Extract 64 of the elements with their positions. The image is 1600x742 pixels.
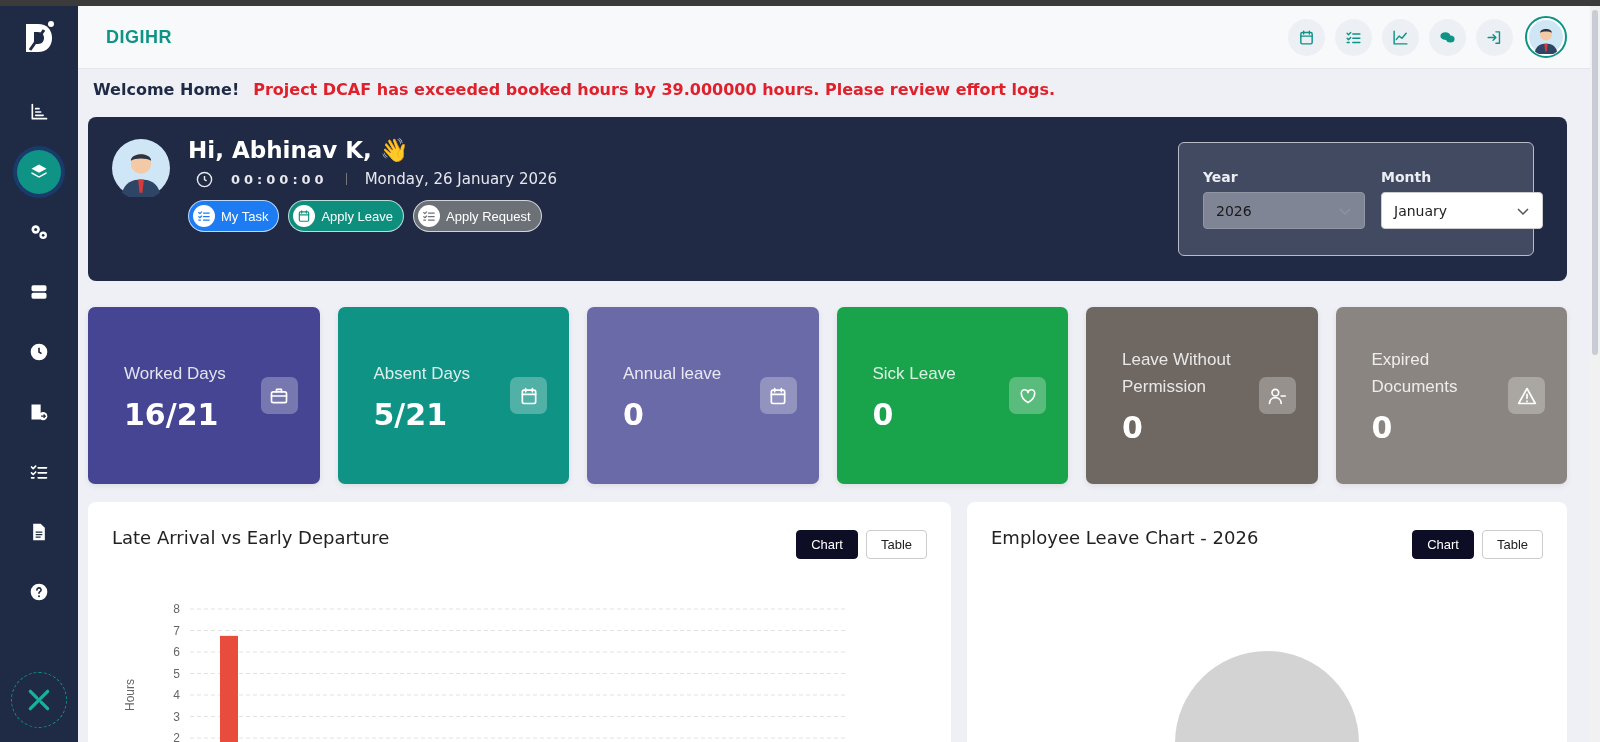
header-action-button[interactable] bbox=[1382, 18, 1419, 56]
clock-icon bbox=[29, 342, 49, 362]
stat-value: 0 bbox=[1371, 410, 1394, 445]
stat-label: Annual leave bbox=[623, 362, 723, 385]
work-timer: 00:00:00 bbox=[231, 171, 328, 187]
stat-value: 5/21 bbox=[373, 396, 449, 432]
axis-title: Hours bbox=[123, 679, 137, 711]
calendar-icon bbox=[768, 385, 788, 406]
header-action-button[interactable] bbox=[1429, 18, 1466, 56]
axis-tick-label: 2 bbox=[173, 731, 180, 742]
stat-label: Absent Days bbox=[373, 362, 471, 385]
brand-name[interactable]: DIGIHR bbox=[106, 26, 172, 48]
view-toggle[interactable]: Table bbox=[1481, 530, 1543, 559]
bar-chart-icon bbox=[29, 102, 49, 122]
axis-tick-label: 4 bbox=[173, 688, 180, 702]
header-action-button[interactable] bbox=[1335, 18, 1372, 56]
line-chart-icon bbox=[1392, 28, 1409, 46]
filter-label: Year bbox=[1203, 169, 1239, 185]
filter-label: Month bbox=[1381, 169, 1433, 185]
header-action-button[interactable] bbox=[1476, 18, 1513, 56]
axis-tick-label: 7 bbox=[173, 623, 180, 638]
current-date: Monday, 26 January 2026 bbox=[364, 170, 558, 188]
action-button[interactable]: My Task bbox=[188, 200, 280, 232]
server-icon bbox=[29, 282, 49, 302]
greeting-text: Hi, Abhinav K, 👋 bbox=[188, 137, 410, 164]
header-action-button[interactable] bbox=[1288, 18, 1325, 56]
checklist-icon bbox=[29, 462, 49, 482]
stat-label: Worked Days bbox=[124, 362, 227, 385]
welcome-text: Welcome Home! bbox=[93, 79, 240, 99]
stat-value: 0 bbox=[872, 396, 895, 432]
warning-icon bbox=[1516, 385, 1537, 406]
profile-avatar[interactable] bbox=[1525, 16, 1567, 58]
calendar-icon bbox=[1298, 28, 1315, 46]
axis-tick-label: 5 bbox=[173, 666, 180, 681]
stat-value: 0 bbox=[623, 396, 645, 432]
axis-tick-label: 8 bbox=[173, 602, 180, 616]
action-button[interactable]: Apply Leave bbox=[288, 200, 404, 232]
building-icon bbox=[29, 402, 49, 422]
panel-title: Employee Leave Chart - 2026 bbox=[991, 527, 1259, 548]
action-button[interactable]: Apply Request bbox=[413, 200, 542, 232]
stat-label: Expired Documents bbox=[1371, 349, 1459, 398]
axis-tick-label: 6 bbox=[173, 645, 180, 659]
checklist-icon bbox=[197, 209, 211, 223]
avatar-icon bbox=[112, 139, 170, 197]
stat-value: 0 bbox=[1122, 410, 1144, 445]
axis-tick-label: 3 bbox=[173, 709, 180, 724]
view-toggle[interactable]: Chart bbox=[796, 530, 858, 559]
select-field[interactable]: January bbox=[1381, 192, 1543, 229]
view-toggle[interactable]: Chart bbox=[1412, 530, 1474, 559]
calendar-icon bbox=[297, 209, 312, 223]
gears-icon bbox=[29, 222, 49, 242]
clock-icon bbox=[196, 170, 213, 188]
stat-label: Leave Without Permission bbox=[1122, 349, 1232, 398]
help-icon bbox=[29, 582, 49, 602]
stat-label: Sick Leave bbox=[872, 362, 957, 385]
alert-message: Project DCAF has exceeded booked hours by 39.000000 hours. Please review effort logs. bbox=[253, 79, 1056, 99]
checklist-icon bbox=[422, 209, 436, 223]
view-toggle[interactable]: Table bbox=[865, 530, 927, 559]
avatar-icon bbox=[1529, 20, 1563, 54]
scrollbar-thumb[interactable] bbox=[1592, 10, 1598, 355]
stat-value: 16/21 bbox=[124, 396, 220, 432]
sidebar-item[interactable] bbox=[17, 150, 61, 194]
login-icon bbox=[1486, 28, 1503, 46]
panel-title: Late Arrival vs Early Departure bbox=[112, 527, 390, 548]
